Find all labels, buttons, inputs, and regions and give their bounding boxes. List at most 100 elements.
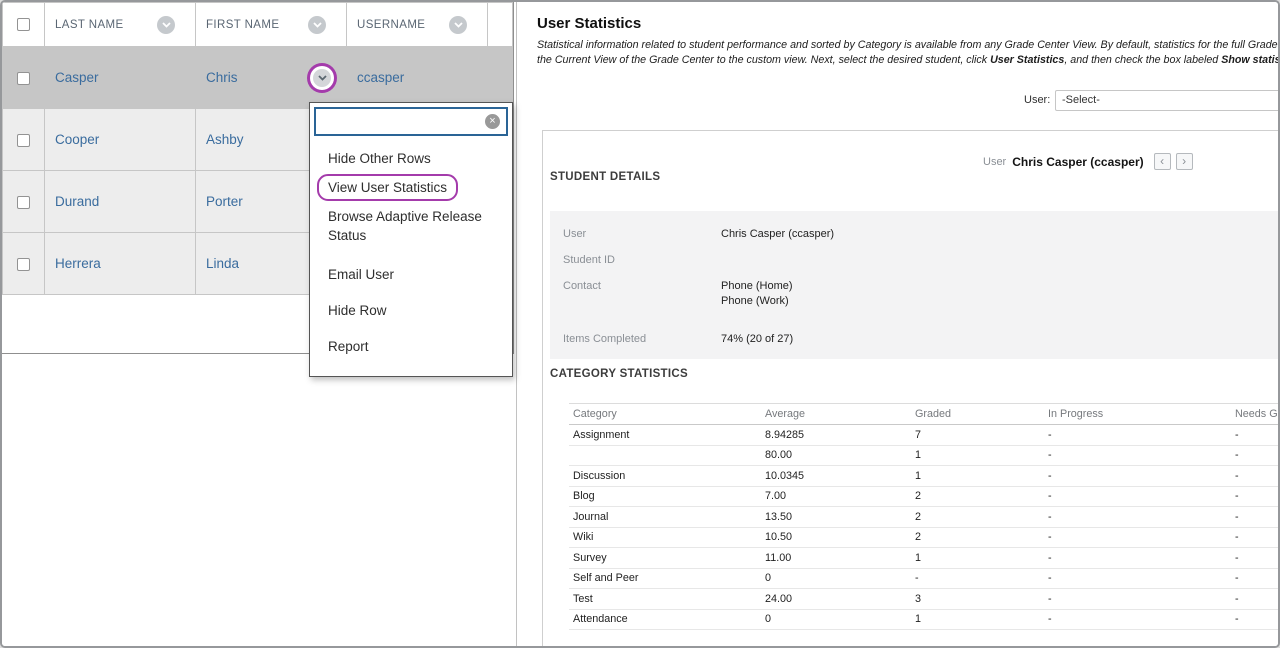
grade-center-grid-panel: LAST NAME FIRST NAME USERN (2, 2, 514, 648)
annotation-outline: View User Statistics (317, 174, 458, 201)
instructions-line-2: the Current View of the Grade Center to … (537, 53, 1280, 68)
header-first-name: FIRST NAME (196, 3, 347, 47)
stat-cell: 11.00 (765, 548, 915, 569)
stat-cell: - (1235, 486, 1280, 507)
stat-cell: - (1048, 568, 1235, 589)
user-select-label: User: (1024, 94, 1050, 106)
menu-item-label: Hide Other Rows (328, 151, 431, 166)
select-all-checkbox[interactable] (17, 18, 30, 31)
chevron-down-glyph (454, 22, 463, 28)
column-menu-chevron-icon[interactable] (308, 16, 326, 34)
stat-cell: 3 (915, 589, 1048, 610)
menu-item-browse-adaptive-release-status[interactable]: Browse Adaptive Release Status (314, 202, 508, 250)
category-name-cell: Journal (569, 507, 765, 528)
col-average: Average (765, 404, 915, 425)
first-name-text: Chris (206, 70, 238, 85)
username-cell: ccasper (347, 47, 488, 109)
first-name-cell-content: Chris (206, 66, 346, 90)
stats-row: Assignment8.942857-- (569, 425, 1280, 446)
stats-row: Blog7.002-- (569, 486, 1280, 507)
header-sliver (488, 3, 513, 47)
stat-cell: 1 (915, 466, 1048, 487)
menu-item-label: Report (328, 339, 369, 354)
category-name-cell: Test (569, 589, 765, 610)
header-first-name-label: FIRST NAME (206, 19, 279, 31)
student-row-casper[interactable]: Casper Chris ccasper (3, 47, 513, 109)
stat-cell: - (1235, 548, 1280, 569)
stat-cell: - (1048, 527, 1235, 548)
stats-row: 80.001-- (569, 445, 1280, 466)
category-name-cell: Blog (569, 486, 765, 507)
user-pager: User Chris Casper (ccasper) ‹ › (983, 153, 1193, 170)
row-checkbox-cell (3, 109, 45, 171)
stats-row: Journal13.502-- (569, 507, 1280, 528)
pager-current-user: Chris Casper (ccasper) (1012, 155, 1143, 169)
menu-item-hide-other-rows[interactable]: Hide Other Rows (314, 144, 508, 173)
chevron-down-glyph (162, 22, 171, 28)
category-name-cell: Survey (569, 548, 765, 569)
pager-user-label: User (983, 156, 1006, 168)
last-name-cell: Casper (45, 47, 196, 109)
stat-cell: 8.94285 (765, 425, 915, 446)
stats-row: Wiki10.502-- (569, 527, 1280, 548)
user-select[interactable]: -Select- (1055, 90, 1280, 111)
stats-row: Self and Peer0--- (569, 568, 1280, 589)
row-checkbox[interactable] (17, 258, 30, 271)
contact-values: Phone (Home)Phone (Work) (721, 279, 793, 308)
stats-header-row: Category Average Graded In Progress Need… (569, 404, 1280, 425)
row-checkbox[interactable] (17, 134, 30, 147)
stats-row: Attendance01-- (569, 609, 1280, 630)
stat-cell: - (1235, 507, 1280, 528)
menu-search-input[interactable] (320, 114, 485, 129)
stat-cell: 2 (915, 486, 1048, 507)
menu-item-view-user-statistics[interactable]: View User Statistics (314, 173, 508, 202)
row-checkbox[interactable] (17, 72, 30, 85)
stat-cell: 1 (915, 609, 1048, 630)
stat-cell: 7 (915, 425, 1048, 446)
next-user-button[interactable]: › (1176, 153, 1193, 170)
col-category: Category (569, 404, 765, 425)
stat-cell: 24.00 (765, 589, 915, 610)
menu-search-box: × (314, 107, 508, 136)
col-graded: Graded (915, 404, 1048, 425)
row-context-menu: × Hide Other Rows View User Statistics B… (309, 102, 513, 377)
row-checkbox-cell (3, 233, 45, 295)
stat-cell: 0 (765, 609, 915, 630)
previous-user-button[interactable]: ‹ (1154, 153, 1171, 170)
stat-cell: 2 (915, 507, 1048, 528)
category-name-cell: Attendance (569, 609, 765, 630)
column-menu-chevron-icon[interactable] (449, 16, 467, 34)
menu-item-hide-row[interactable]: Hide Row (314, 292, 508, 328)
chevron-down-glyph (318, 75, 327, 81)
header-last-name-label: LAST NAME (55, 19, 124, 31)
category-name-cell: Self and Peer (569, 568, 765, 589)
stats-row: Survey11.001-- (569, 548, 1280, 569)
menu-item-label: View User Statistics (328, 180, 447, 195)
stat-cell: - (1048, 589, 1235, 610)
row-checkbox[interactable] (17, 196, 30, 209)
annotation-circle (310, 66, 334, 90)
table-header-row: LAST NAME FIRST NAME USERN (3, 3, 513, 47)
stat-cell: - (1235, 568, 1280, 589)
student-details-box: User Chris Casper (ccasper) Student ID C… (550, 211, 1280, 359)
menu-item-list: Hide Other Rows View User Statistics Bro… (314, 136, 508, 372)
category-name-cell (569, 445, 765, 466)
category-statistics-table: Category Average Graded In Progress Need… (569, 403, 1280, 630)
screenshot-root: LAST NAME FIRST NAME USERN (0, 0, 1280, 648)
stat-cell: 1 (915, 548, 1048, 569)
detail-field-student-id: Student ID (563, 253, 1280, 267)
stat-cell: - (1048, 445, 1235, 466)
clear-search-icon[interactable]: × (485, 114, 500, 129)
stat-cell: - (1048, 466, 1235, 487)
chevron-down-glyph (313, 22, 322, 28)
menu-item-email-user[interactable]: Email User (314, 256, 508, 292)
header-checkbox-cell (3, 3, 45, 47)
col-needs-grading: Needs Grading (1235, 404, 1280, 425)
stat-cell: 80.00 (765, 445, 915, 466)
row-options-chevron-button[interactable] (313, 69, 331, 87)
stat-cell: 7.00 (765, 486, 915, 507)
menu-item-report[interactable]: Report (314, 328, 508, 364)
column-menu-chevron-icon[interactable] (157, 16, 175, 34)
detail-field-items-completed: Items Completed 74% (20 of 27) (563, 332, 1280, 346)
stat-cell: - (1048, 507, 1235, 528)
